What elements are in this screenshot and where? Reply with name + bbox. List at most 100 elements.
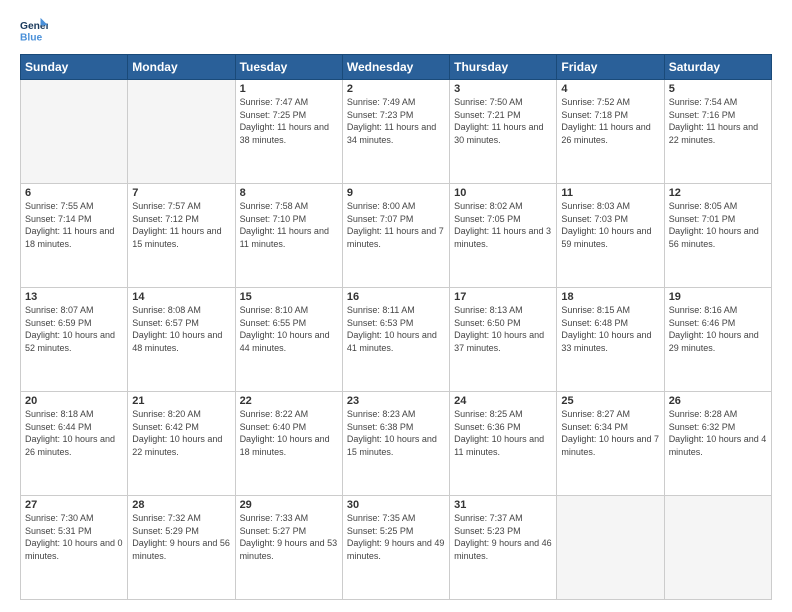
calendar-cell: 12Sunrise: 8:05 AM Sunset: 7:01 PM Dayli… bbox=[664, 184, 771, 288]
day-info: Sunrise: 8:05 AM Sunset: 7:01 PM Dayligh… bbox=[669, 200, 767, 250]
day-number: 20 bbox=[25, 395, 123, 407]
day-number: 6 bbox=[25, 187, 123, 199]
day-number: 24 bbox=[454, 395, 552, 407]
logo: General Blue bbox=[20, 16, 48, 44]
day-info: Sunrise: 7:35 AM Sunset: 5:25 PM Dayligh… bbox=[347, 512, 445, 562]
calendar-cell: 6Sunrise: 7:55 AM Sunset: 7:14 PM Daylig… bbox=[21, 184, 128, 288]
day-number: 12 bbox=[669, 187, 767, 199]
calendar-table: SundayMondayTuesdayWednesdayThursdayFrid… bbox=[20, 54, 772, 600]
day-number: 11 bbox=[561, 187, 659, 199]
page-header: General Blue bbox=[20, 16, 772, 44]
day-info: Sunrise: 8:23 AM Sunset: 6:38 PM Dayligh… bbox=[347, 408, 445, 458]
day-info: Sunrise: 7:47 AM Sunset: 7:25 PM Dayligh… bbox=[240, 96, 338, 146]
day-info: Sunrise: 7:32 AM Sunset: 5:29 PM Dayligh… bbox=[132, 512, 230, 562]
day-header-saturday: Saturday bbox=[664, 55, 771, 80]
day-number: 31 bbox=[454, 499, 552, 511]
day-info: Sunrise: 8:15 AM Sunset: 6:48 PM Dayligh… bbox=[561, 304, 659, 354]
day-info: Sunrise: 8:16 AM Sunset: 6:46 PM Dayligh… bbox=[669, 304, 767, 354]
calendar-header-row: SundayMondayTuesdayWednesdayThursdayFrid… bbox=[21, 55, 772, 80]
day-number: 16 bbox=[347, 291, 445, 303]
calendar-cell bbox=[664, 496, 771, 600]
calendar-cell: 11Sunrise: 8:03 AM Sunset: 7:03 PM Dayli… bbox=[557, 184, 664, 288]
day-info: Sunrise: 8:00 AM Sunset: 7:07 PM Dayligh… bbox=[347, 200, 445, 250]
calendar-cell: 23Sunrise: 8:23 AM Sunset: 6:38 PM Dayli… bbox=[342, 392, 449, 496]
calendar-cell: 21Sunrise: 8:20 AM Sunset: 6:42 PM Dayli… bbox=[128, 392, 235, 496]
day-header-thursday: Thursday bbox=[450, 55, 557, 80]
day-info: Sunrise: 8:11 AM Sunset: 6:53 PM Dayligh… bbox=[347, 304, 445, 354]
calendar-cell bbox=[21, 80, 128, 184]
calendar-cell bbox=[557, 496, 664, 600]
calendar-cell: 8Sunrise: 7:58 AM Sunset: 7:10 PM Daylig… bbox=[235, 184, 342, 288]
day-info: Sunrise: 7:57 AM Sunset: 7:12 PM Dayligh… bbox=[132, 200, 230, 250]
day-number: 25 bbox=[561, 395, 659, 407]
day-info: Sunrise: 7:54 AM Sunset: 7:16 PM Dayligh… bbox=[669, 96, 767, 146]
calendar-cell: 5Sunrise: 7:54 AM Sunset: 7:16 PM Daylig… bbox=[664, 80, 771, 184]
day-info: Sunrise: 8:07 AM Sunset: 6:59 PM Dayligh… bbox=[25, 304, 123, 354]
day-header-monday: Monday bbox=[128, 55, 235, 80]
day-number: 18 bbox=[561, 291, 659, 303]
day-number: 1 bbox=[240, 83, 338, 95]
day-header-tuesday: Tuesday bbox=[235, 55, 342, 80]
day-info: Sunrise: 7:37 AM Sunset: 5:23 PM Dayligh… bbox=[454, 512, 552, 562]
day-number: 21 bbox=[132, 395, 230, 407]
calendar-cell: 14Sunrise: 8:08 AM Sunset: 6:57 PM Dayli… bbox=[128, 288, 235, 392]
day-number: 17 bbox=[454, 291, 552, 303]
calendar-cell: 24Sunrise: 8:25 AM Sunset: 6:36 PM Dayli… bbox=[450, 392, 557, 496]
calendar-cell: 17Sunrise: 8:13 AM Sunset: 6:50 PM Dayli… bbox=[450, 288, 557, 392]
day-number: 23 bbox=[347, 395, 445, 407]
day-info: Sunrise: 8:22 AM Sunset: 6:40 PM Dayligh… bbox=[240, 408, 338, 458]
day-number: 13 bbox=[25, 291, 123, 303]
day-info: Sunrise: 8:25 AM Sunset: 6:36 PM Dayligh… bbox=[454, 408, 552, 458]
day-number: 28 bbox=[132, 499, 230, 511]
day-info: Sunrise: 8:13 AM Sunset: 6:50 PM Dayligh… bbox=[454, 304, 552, 354]
calendar-week-5: 27Sunrise: 7:30 AM Sunset: 5:31 PM Dayli… bbox=[21, 496, 772, 600]
calendar-cell: 15Sunrise: 8:10 AM Sunset: 6:55 PM Dayli… bbox=[235, 288, 342, 392]
calendar-cell: 16Sunrise: 8:11 AM Sunset: 6:53 PM Dayli… bbox=[342, 288, 449, 392]
day-info: Sunrise: 8:28 AM Sunset: 6:32 PM Dayligh… bbox=[669, 408, 767, 458]
day-number: 29 bbox=[240, 499, 338, 511]
day-info: Sunrise: 7:52 AM Sunset: 7:18 PM Dayligh… bbox=[561, 96, 659, 146]
day-number: 22 bbox=[240, 395, 338, 407]
calendar-cell: 7Sunrise: 7:57 AM Sunset: 7:12 PM Daylig… bbox=[128, 184, 235, 288]
calendar-cell: 19Sunrise: 8:16 AM Sunset: 6:46 PM Dayli… bbox=[664, 288, 771, 392]
calendar-cell: 9Sunrise: 8:00 AM Sunset: 7:07 PM Daylig… bbox=[342, 184, 449, 288]
day-number: 14 bbox=[132, 291, 230, 303]
day-info: Sunrise: 8:03 AM Sunset: 7:03 PM Dayligh… bbox=[561, 200, 659, 250]
calendar-cell: 29Sunrise: 7:33 AM Sunset: 5:27 PM Dayli… bbox=[235, 496, 342, 600]
calendar-cell: 18Sunrise: 8:15 AM Sunset: 6:48 PM Dayli… bbox=[557, 288, 664, 392]
calendar-week-1: 1Sunrise: 7:47 AM Sunset: 7:25 PM Daylig… bbox=[21, 80, 772, 184]
calendar-cell: 22Sunrise: 8:22 AM Sunset: 6:40 PM Dayli… bbox=[235, 392, 342, 496]
day-number: 19 bbox=[669, 291, 767, 303]
calendar-cell: 1Sunrise: 7:47 AM Sunset: 7:25 PM Daylig… bbox=[235, 80, 342, 184]
calendar-cell: 27Sunrise: 7:30 AM Sunset: 5:31 PM Dayli… bbox=[21, 496, 128, 600]
svg-text:Blue: Blue bbox=[20, 32, 43, 43]
day-header-friday: Friday bbox=[557, 55, 664, 80]
calendar-cell: 31Sunrise: 7:37 AM Sunset: 5:23 PM Dayli… bbox=[450, 496, 557, 600]
day-number: 26 bbox=[669, 395, 767, 407]
day-number: 7 bbox=[132, 187, 230, 199]
calendar-cell: 3Sunrise: 7:50 AM Sunset: 7:21 PM Daylig… bbox=[450, 80, 557, 184]
calendar-cell: 26Sunrise: 8:28 AM Sunset: 6:32 PM Dayli… bbox=[664, 392, 771, 496]
day-number: 3 bbox=[454, 83, 552, 95]
day-header-wednesday: Wednesday bbox=[342, 55, 449, 80]
logo-icon: General Blue bbox=[20, 16, 48, 44]
day-info: Sunrise: 8:20 AM Sunset: 6:42 PM Dayligh… bbox=[132, 408, 230, 458]
day-number: 10 bbox=[454, 187, 552, 199]
calendar-week-3: 13Sunrise: 8:07 AM Sunset: 6:59 PM Dayli… bbox=[21, 288, 772, 392]
day-number: 4 bbox=[561, 83, 659, 95]
day-info: Sunrise: 7:49 AM Sunset: 7:23 PM Dayligh… bbox=[347, 96, 445, 146]
calendar-cell: 2Sunrise: 7:49 AM Sunset: 7:23 PM Daylig… bbox=[342, 80, 449, 184]
day-number: 27 bbox=[25, 499, 123, 511]
day-number: 5 bbox=[669, 83, 767, 95]
day-info: Sunrise: 8:27 AM Sunset: 6:34 PM Dayligh… bbox=[561, 408, 659, 458]
day-number: 8 bbox=[240, 187, 338, 199]
day-info: Sunrise: 7:50 AM Sunset: 7:21 PM Dayligh… bbox=[454, 96, 552, 146]
day-info: Sunrise: 8:02 AM Sunset: 7:05 PM Dayligh… bbox=[454, 200, 552, 250]
day-number: 2 bbox=[347, 83, 445, 95]
calendar-cell: 4Sunrise: 7:52 AM Sunset: 7:18 PM Daylig… bbox=[557, 80, 664, 184]
day-number: 9 bbox=[347, 187, 445, 199]
day-number: 15 bbox=[240, 291, 338, 303]
day-info: Sunrise: 7:30 AM Sunset: 5:31 PM Dayligh… bbox=[25, 512, 123, 562]
calendar-week-4: 20Sunrise: 8:18 AM Sunset: 6:44 PM Dayli… bbox=[21, 392, 772, 496]
calendar-cell bbox=[128, 80, 235, 184]
